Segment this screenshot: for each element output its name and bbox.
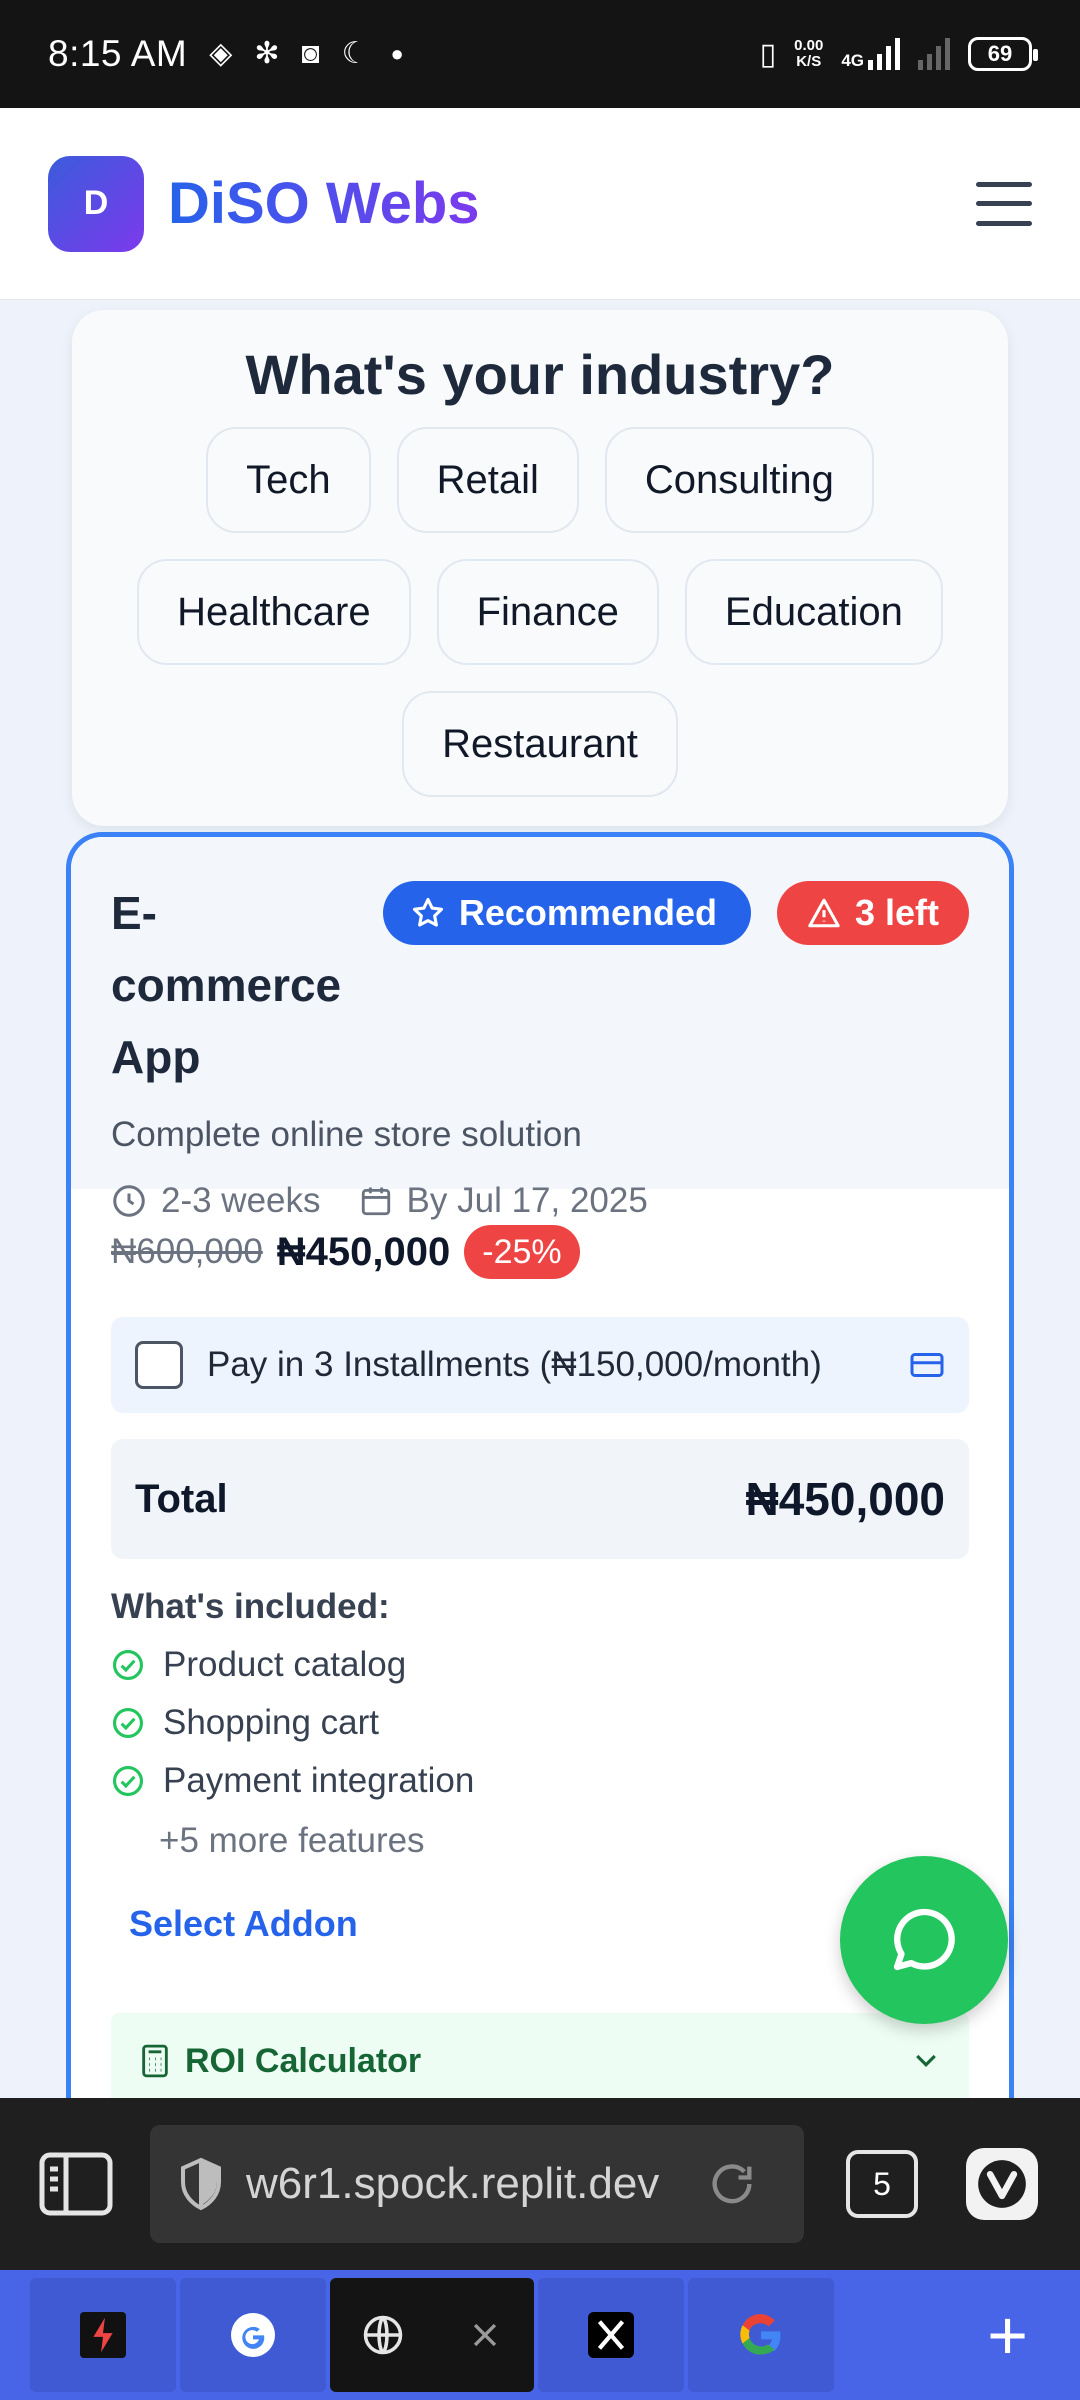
feature-item: Product catalog xyxy=(111,1645,969,1685)
signal-bars-sim2-icon xyxy=(918,38,950,70)
installment-option[interactable]: Pay in 3 Installments (₦150,000/month) xyxy=(111,1317,969,1413)
star-icon xyxy=(412,897,443,927)
stock-badge: 3 left xyxy=(776,881,969,945)
vivaldi-menu-icon[interactable] xyxy=(966,2148,1038,2220)
check-circle-icon xyxy=(112,1765,144,1797)
address-bar[interactable]: w6r1.spock.replit.dev xyxy=(150,2125,804,2243)
clock-icon xyxy=(113,1185,145,1217)
credit-card-icon xyxy=(910,1353,944,1377)
industry-chip-education[interactable]: Education xyxy=(684,559,943,665)
net-speed: 0.00 K/S xyxy=(794,37,824,70)
industry-row-2: Healthcare Finance Education xyxy=(72,559,1008,665)
location-diamond-icon: ◈ xyxy=(209,37,233,70)
status-notification-icons: ◈ ✻ ◙ ☾ ● xyxy=(209,39,404,69)
old-price: ₦600,000 xyxy=(111,1232,263,1271)
reload-icon[interactable] xyxy=(706,2158,758,2210)
tab-bar: + xyxy=(0,2270,1080,2400)
url-text[interactable]: w6r1.spock.replit.dev xyxy=(246,2159,706,2209)
industry-chip-healthcare[interactable]: Healthcare xyxy=(137,559,411,665)
tab-count-button[interactable]: 5 xyxy=(846,2150,918,2218)
package-description: Complete online store solution xyxy=(111,1115,582,1154)
tab-google-2[interactable] xyxy=(688,2278,834,2392)
dot-icon: ● xyxy=(390,41,404,66)
site-header: D DiSO Webs xyxy=(0,108,1080,300)
industry-chip-consulting[interactable]: Consulting xyxy=(604,427,874,533)
logo[interactable]: D xyxy=(48,155,144,252)
roi-calculator-toggle[interactable]: ROI Calculator xyxy=(111,2013,969,2109)
panel-toggle-icon[interactable] xyxy=(38,2151,114,2217)
package-deadline: By Jul 17, 2025 xyxy=(406,1181,648,1220)
industry-chip-restaurant[interactable]: Restaurant xyxy=(402,691,678,797)
total-row: Total ₦450,000 xyxy=(111,1439,969,1559)
vibrate-icon: ▯ xyxy=(759,37,777,71)
new-price: ₦450,000 xyxy=(276,1229,451,1274)
status-time: 8:15 AM xyxy=(48,33,188,74)
leaf-notification-icon: ☾ xyxy=(341,37,369,70)
price-row: ₦600,000 ₦450,000 -25% xyxy=(111,1225,969,1279)
recommended-badge: Recommended xyxy=(382,881,751,945)
industry-chip-tech[interactable]: Tech xyxy=(206,427,371,533)
check-circle-icon xyxy=(112,1649,144,1681)
shield-icon xyxy=(181,2157,221,2211)
warning-icon xyxy=(808,898,840,928)
new-tab-button[interactable]: + xyxy=(987,2300,1028,2370)
installment-label[interactable]: Pay in 3 Installments (₦150,000/month) xyxy=(207,1345,822,1385)
browser-toolbar: w6r1.spock.replit.dev 5 xyxy=(0,2098,1080,2270)
app-notification-icon: ✻ xyxy=(254,37,280,70)
total-label: Total xyxy=(135,1476,228,1521)
installment-checkbox[interactable] xyxy=(135,1341,183,1389)
calendar-icon xyxy=(361,1187,390,1216)
package-header: E-commerce App Recommended 3 left Comple… xyxy=(71,837,1009,1220)
status-bar: 8:15 AM ◈ ✻ ◙ ☾ ● ▯ 0.00 K/S 4G 69 xyxy=(0,0,1080,108)
industry-title: What's your industry? xyxy=(245,343,835,406)
industry-row-3: Restaurant xyxy=(72,691,1008,797)
close-tab-icon[interactable] xyxy=(468,2318,502,2352)
chevron-down-icon xyxy=(916,2054,936,2067)
check-circle-icon xyxy=(112,1707,144,1739)
package-title: E-commerce App xyxy=(111,887,342,1083)
total-value: ₦450,000 xyxy=(745,1473,946,1525)
signal-4g: 4G xyxy=(841,38,900,70)
industry-chip-finance[interactable]: Finance xyxy=(436,559,659,665)
included-title: What's included: xyxy=(111,1587,390,1626)
more-features: +5 more features xyxy=(159,1821,425,1860)
globe-icon xyxy=(363,2315,403,2355)
x-logo-icon xyxy=(588,2312,634,2358)
battery-icon: 69 xyxy=(968,37,1038,71)
calculator-icon xyxy=(142,2044,168,2078)
feature-item: Payment integration xyxy=(111,1761,969,1801)
discount-badge: -25% xyxy=(464,1225,580,1279)
google-icon xyxy=(231,2313,275,2357)
industry-row-1: Tech Retail Consulting xyxy=(72,427,1008,533)
industry-card: What's your industry? Tech Retail Consul… xyxy=(72,310,1008,826)
tab-google-1[interactable] xyxy=(180,2278,326,2392)
package-meta: 2-3 weeks By Jul 17, 2025 xyxy=(111,1181,969,1221)
brand-name[interactable]: DiSO Webs xyxy=(168,170,480,237)
industry-chip-retail[interactable]: Retail xyxy=(396,427,579,533)
tab-active[interactable] xyxy=(330,2278,534,2392)
whatsapp-chat-button[interactable] xyxy=(840,1856,1008,2024)
app-tab-icon xyxy=(80,2312,126,2358)
roi-calculator-label[interactable]: ROI Calculator xyxy=(185,2042,421,2081)
tab-replit[interactable] xyxy=(30,2278,176,2392)
feature-item: Shopping cart xyxy=(111,1703,969,1743)
menu-icon[interactable] xyxy=(976,181,1032,226)
chat-bubble-icon xyxy=(893,1908,955,1971)
tab-x[interactable] xyxy=(538,2278,684,2392)
package-duration: 2-3 weeks xyxy=(161,1181,321,1220)
screenshot-icon: ◙ xyxy=(301,37,320,70)
google-icon xyxy=(740,2314,781,2355)
signal-bars-icon xyxy=(868,38,900,70)
